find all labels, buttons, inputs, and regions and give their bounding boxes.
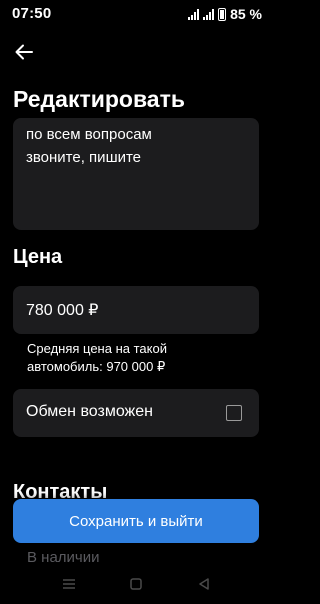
page-title: Редактировать: [13, 86, 185, 112]
back-triangle-icon[interactable]: [198, 578, 210, 590]
arrow-left-icon: [15, 44, 33, 60]
home-icon[interactable]: [130, 578, 142, 590]
save-and-exit-button[interactable]: Сохранить и выйти: [13, 499, 259, 543]
status-bar: 07:50 85 %: [0, 0, 272, 28]
availability-text: В наличии: [27, 549, 100, 566]
signal-4g-icon: [203, 8, 215, 20]
price-section-title: Цена: [13, 246, 63, 268]
battery-percentage: 85 %: [230, 6, 262, 22]
back-button[interactable]: [10, 40, 38, 64]
exchange-checkbox-row[interactable]: Обмен возможен: [13, 389, 259, 437]
exchange-checkbox[interactable]: [226, 405, 242, 421]
system-navigation-bar: [0, 568, 272, 604]
price-input[interactable]: 780 000 ₽: [13, 286, 259, 334]
menu-icon[interactable]: [62, 578, 76, 590]
average-price-hint: Средняя цена на такой автомобиль: 970 00…: [27, 341, 167, 374]
signal-icon: [188, 8, 200, 20]
description-textarea[interactable]: по всем вопросам звоните, пишите: [13, 118, 259, 230]
exchange-label: Обмен возможен: [26, 403, 153, 420]
status-time: 07:50: [12, 5, 52, 22]
status-indicators: 85 %: [188, 6, 262, 22]
price-value: 780 000 ₽: [26, 302, 99, 319]
battery-icon: [218, 7, 227, 21]
description-text: по всем вопросам звоните, пишите: [26, 126, 152, 166]
